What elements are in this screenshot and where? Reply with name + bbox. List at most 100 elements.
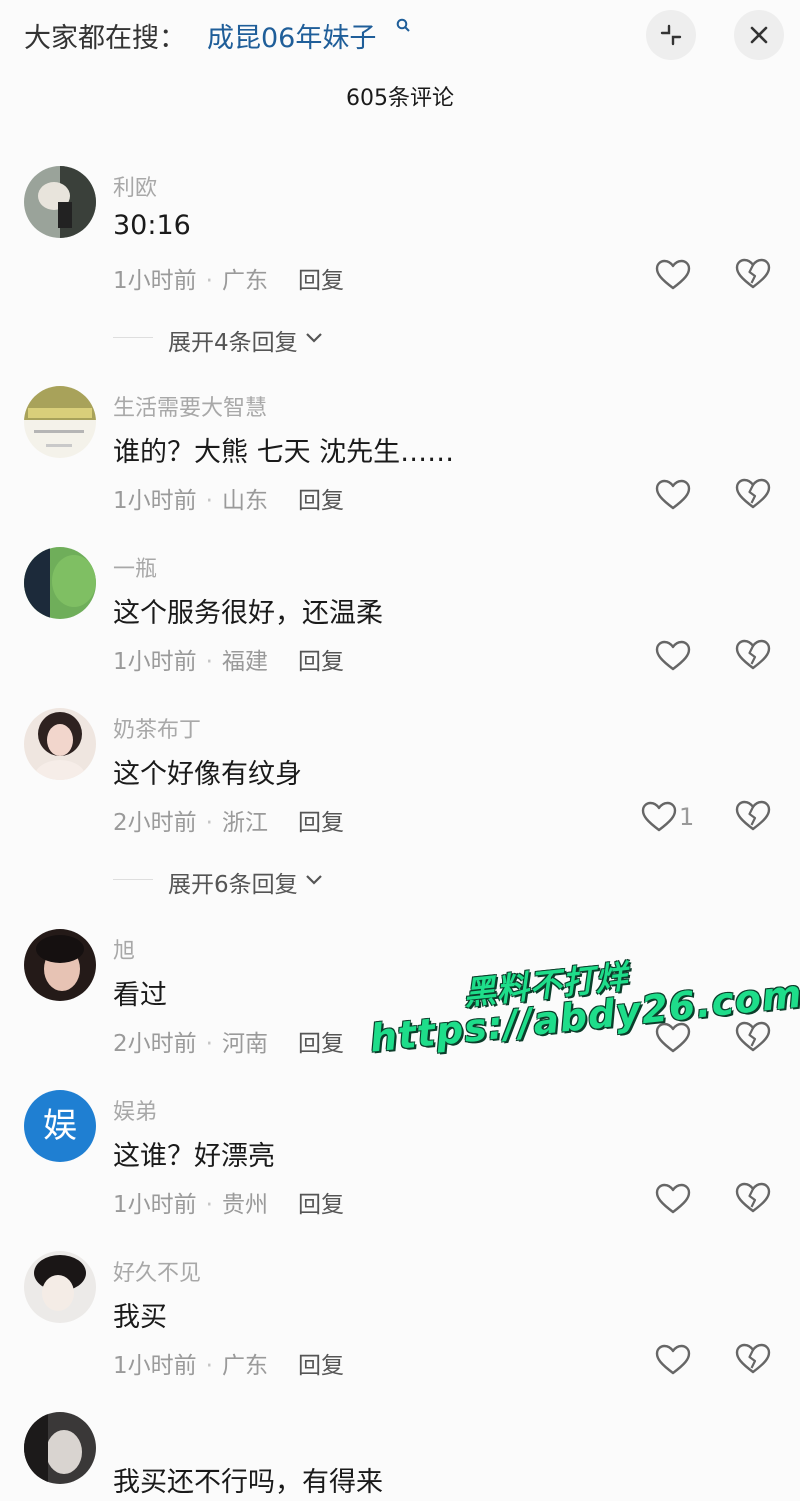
meta-separator: · bbox=[205, 1353, 213, 1379]
dislike-button[interactable] bbox=[735, 639, 771, 673]
avatar[interactable] bbox=[24, 929, 96, 1001]
comment-time: 2小时前 bbox=[113, 1031, 197, 1057]
comment-text: 这个服务很好，还温柔 bbox=[113, 598, 383, 629]
avatar[interactable] bbox=[24, 547, 96, 619]
like-count: 1 bbox=[679, 803, 695, 831]
expand-replies[interactable]: 展开6条回复 bbox=[0, 859, 800, 899]
dislike-button[interactable] bbox=[735, 800, 771, 834]
expand-replies-label: 展开6条回复 bbox=[168, 872, 298, 898]
reply-button[interactable]: 回复 bbox=[298, 649, 344, 675]
meta-separator: · bbox=[205, 810, 213, 836]
comment-time: 1小时前 bbox=[113, 1353, 197, 1379]
heart-icon bbox=[655, 259, 691, 290]
chevron-down-icon bbox=[306, 875, 322, 885]
comment-text: 谁的？大熊 七天 沈先生…… bbox=[113, 437, 455, 468]
collapse-icon bbox=[660, 24, 682, 46]
comment-time: 2小时前 bbox=[113, 810, 197, 836]
username[interactable]: 好久不见 bbox=[113, 1255, 201, 1287]
comment-region: 河南 bbox=[221, 1031, 268, 1057]
like-button[interactable] bbox=[655, 1182, 693, 1216]
comment-region: 广东 bbox=[221, 1353, 268, 1379]
comment-time: 1小时前 bbox=[113, 488, 197, 514]
username[interactable]: 一瓶 bbox=[113, 551, 157, 583]
reply-button[interactable]: 回复 bbox=[298, 1192, 344, 1218]
like-button[interactable]: 1 bbox=[641, 800, 694, 834]
avatar[interactable] bbox=[24, 1251, 96, 1323]
close-icon bbox=[750, 26, 768, 44]
comment-text: 我买还不行吗，有得来 bbox=[113, 1467, 383, 1498]
broken-heart-icon bbox=[735, 800, 771, 831]
divider bbox=[113, 879, 153, 880]
dislike-button[interactable] bbox=[735, 1343, 771, 1377]
divider bbox=[113, 337, 153, 338]
avatar[interactable] bbox=[24, 708, 96, 780]
chevron-down-icon bbox=[306, 333, 322, 343]
meta-separator: · bbox=[205, 1031, 213, 1057]
top-bar: 大家都在搜： 成昆06年妹子 bbox=[0, 0, 800, 70]
trending-search-link[interactable]: 成昆06年妹子 bbox=[207, 16, 376, 55]
meta-separator: · bbox=[205, 488, 213, 514]
heart-icon bbox=[655, 640, 691, 671]
comment-meta: 1小时前 · 山东 回复 bbox=[113, 481, 344, 515]
comment-item: 一瓶 这个服务很好，还温柔 1小时前 · 福建 回复 bbox=[0, 547, 800, 697]
comment-meta: 2小时前 · 河南 回复 bbox=[113, 1024, 344, 1058]
username[interactable]: 旭 bbox=[113, 933, 135, 965]
meta-separator: · bbox=[205, 1192, 213, 1218]
broken-heart-icon bbox=[735, 1182, 771, 1213]
comment-text: 这个好像有纹身 bbox=[113, 759, 302, 790]
username[interactable]: 利欧 bbox=[113, 170, 157, 202]
avatar[interactable]: 娱 bbox=[24, 1090, 96, 1162]
reply-button[interactable]: 回复 bbox=[298, 1031, 344, 1057]
comment-text: 30:16 bbox=[113, 210, 191, 241]
comment-meta: 1小时前 · 广东 回复 bbox=[113, 261, 344, 295]
username[interactable]: 奶茶布丁 bbox=[113, 712, 201, 744]
expand-replies-label: 展开4条回复 bbox=[168, 330, 298, 356]
dislike-button[interactable] bbox=[735, 258, 771, 292]
username[interactable]: 娱弟 bbox=[113, 1094, 157, 1126]
close-button[interactable] bbox=[734, 10, 784, 60]
search-icon[interactable] bbox=[396, 18, 412, 34]
comment-meta: 1小时前 · 广东 回复 bbox=[113, 1346, 344, 1380]
comment-item: 娱 娱弟 这谁？好漂亮 1小时前 · 贵州 回复 bbox=[0, 1090, 800, 1240]
comment-meta: 1小时前 · 福建 回复 bbox=[113, 642, 344, 676]
expand-replies[interactable]: 展开4条回复 bbox=[0, 317, 800, 357]
comment-region: 山东 bbox=[221, 488, 268, 514]
comment-item: 我买还不行吗，有得来 bbox=[0, 1412, 800, 1501]
broken-heart-icon bbox=[735, 478, 771, 509]
heart-icon bbox=[655, 1022, 691, 1053]
like-button[interactable] bbox=[655, 1343, 693, 1377]
comment-item: 奶茶布丁 这个好像有纹身 2小时前 · 浙江 回复 1 bbox=[0, 708, 800, 858]
collapse-button[interactable] bbox=[646, 10, 696, 60]
dislike-button[interactable] bbox=[735, 478, 771, 512]
heart-icon bbox=[655, 479, 691, 510]
broken-heart-icon bbox=[735, 639, 771, 670]
avatar[interactable] bbox=[24, 1412, 96, 1484]
username[interactable]: 生活需要大智慧 bbox=[113, 390, 267, 422]
trending-search-prefix: 大家都在搜： bbox=[24, 23, 186, 54]
reply-button[interactable]: 回复 bbox=[298, 1353, 344, 1379]
comment-region: 浙江 bbox=[221, 810, 268, 836]
comment-item: 好久不见 我买 1小时前 · 广东 回复 bbox=[0, 1251, 800, 1401]
comment-text: 看过 bbox=[113, 980, 167, 1011]
comment-meta: 1小时前 · 贵州 回复 bbox=[113, 1185, 344, 1219]
reply-button[interactable]: 回复 bbox=[298, 268, 344, 294]
comment-region: 福建 bbox=[221, 649, 268, 675]
comment-meta: 2小时前 · 浙江 回复 bbox=[113, 803, 344, 837]
broken-heart-icon bbox=[735, 1343, 771, 1374]
reply-button[interactable]: 回复 bbox=[298, 488, 344, 514]
avatar[interactable] bbox=[24, 386, 96, 458]
comment-item: 利欧 30:16 1小时前 · 广东 回复 bbox=[0, 166, 800, 316]
like-button[interactable] bbox=[655, 258, 693, 292]
comment-time: 1小时前 bbox=[113, 268, 197, 294]
comment-text: 这谁？好漂亮 bbox=[113, 1141, 275, 1172]
dislike-button[interactable] bbox=[735, 1021, 771, 1055]
like-button[interactable] bbox=[655, 639, 693, 673]
dislike-button[interactable] bbox=[735, 1182, 771, 1216]
like-button[interactable] bbox=[655, 1021, 693, 1055]
reply-button[interactable]: 回复 bbox=[298, 810, 344, 836]
like-button[interactable] bbox=[655, 478, 693, 512]
comment-item: 旭 看过 2小时前 · 河南 回复 bbox=[0, 929, 800, 1079]
heart-icon bbox=[655, 1344, 691, 1375]
comment-time: 1小时前 bbox=[113, 649, 197, 675]
avatar[interactable] bbox=[24, 166, 96, 238]
